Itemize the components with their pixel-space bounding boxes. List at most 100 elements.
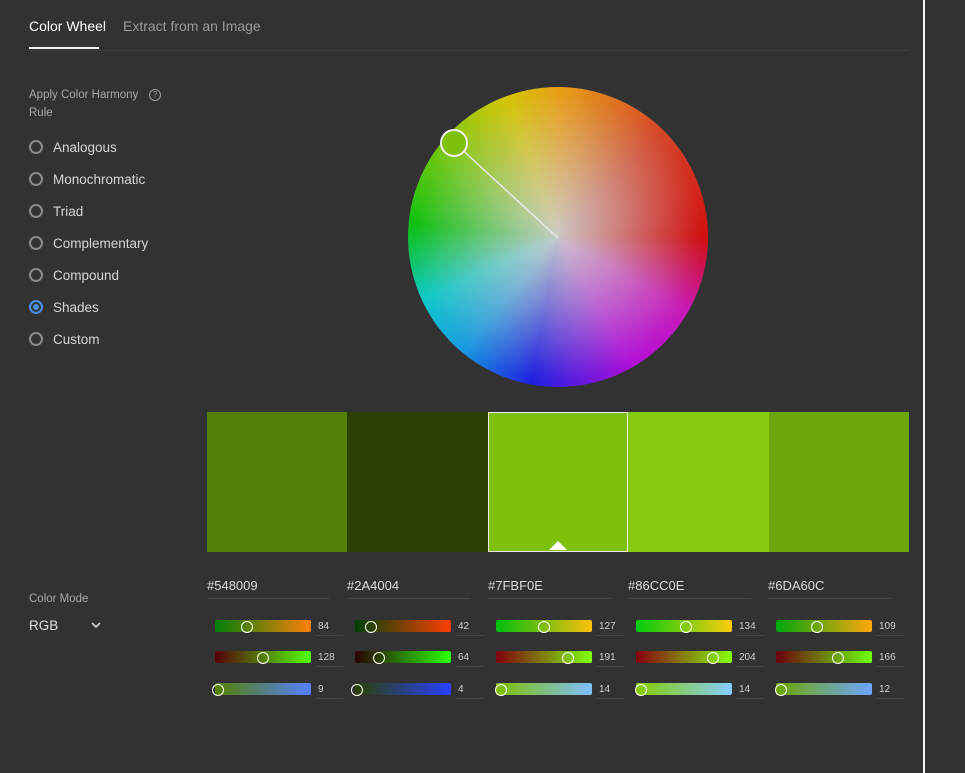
harmony-rule-shades[interactable]: Shades bbox=[29, 297, 99, 317]
harmony-rule-compound[interactable]: Compound bbox=[29, 265, 119, 285]
color-mode-select[interactable]: RGB bbox=[29, 616, 104, 634]
channel-r-slider[interactable] bbox=[355, 620, 451, 633]
slider-thumb[interactable] bbox=[350, 684, 363, 696]
channel-g-slider[interactable] bbox=[355, 651, 451, 664]
hex-input[interactable]: #6DA60C bbox=[768, 578, 891, 599]
channel-r-slider[interactable] bbox=[496, 620, 592, 633]
channel-g-value[interactable]: 204 bbox=[739, 652, 756, 663]
value-underline bbox=[315, 698, 343, 699]
color-swatch[interactable] bbox=[207, 412, 348, 552]
channel-g-slider[interactable] bbox=[496, 651, 592, 664]
harmony-rule-triad[interactable]: Triad bbox=[29, 201, 83, 221]
wheel-color-handle[interactable] bbox=[440, 129, 468, 157]
channel-r-row: 134 bbox=[628, 619, 765, 636]
channel-b-slider[interactable] bbox=[495, 683, 592, 696]
radio-button[interactable] bbox=[29, 236, 43, 250]
slider-thumb[interactable] bbox=[774, 684, 787, 696]
channel-r-value[interactable]: 134 bbox=[739, 621, 756, 632]
hex-input[interactable]: #7FBF0E bbox=[488, 578, 611, 599]
channel-g-slider[interactable] bbox=[215, 651, 311, 664]
color-swatch[interactable] bbox=[628, 412, 769, 552]
color-swatch[interactable] bbox=[768, 412, 910, 552]
channel-b-value[interactable]: 14 bbox=[599, 684, 610, 695]
channel-r-slider[interactable] bbox=[215, 620, 311, 633]
slider-thumb[interactable] bbox=[373, 652, 386, 664]
channel-b-row: 9 bbox=[207, 682, 344, 699]
radio-button[interactable] bbox=[29, 332, 43, 346]
slider-thumb[interactable] bbox=[495, 684, 508, 696]
channel-b-row: 4 bbox=[347, 682, 484, 699]
channel-g-value[interactable]: 64 bbox=[458, 652, 469, 663]
channel-r-value[interactable]: 84 bbox=[318, 621, 329, 632]
slider-thumb[interactable] bbox=[561, 652, 574, 664]
channel-g-row: 64 bbox=[347, 650, 484, 667]
channel-g-value[interactable]: 191 bbox=[599, 652, 616, 663]
channel-r-row: 127 bbox=[488, 619, 625, 636]
channel-g-slider[interactable] bbox=[636, 651, 732, 664]
tab-bar: Color Wheel Extract from an Image bbox=[29, 0, 909, 51]
harmony-rule-label: Monochromatic bbox=[53, 171, 146, 187]
channel-g-value[interactable]: 166 bbox=[879, 652, 896, 663]
slider-thumb[interactable] bbox=[811, 621, 824, 633]
slider-thumb[interactable] bbox=[537, 621, 550, 633]
color-swatch[interactable] bbox=[487, 412, 629, 552]
channel-g-row: 191 bbox=[488, 650, 625, 667]
harmony-rule-analogous[interactable]: Analogous bbox=[29, 137, 117, 157]
tab-extract-from-image[interactable]: Extract from an Image bbox=[123, 18, 261, 34]
slider-thumb[interactable] bbox=[680, 621, 693, 633]
value-underline bbox=[876, 698, 904, 699]
radio-button[interactable] bbox=[29, 204, 43, 218]
value-underline bbox=[315, 635, 343, 636]
slider-thumb[interactable] bbox=[240, 621, 253, 633]
value-underline bbox=[876, 666, 904, 667]
hex-input[interactable]: #86CC0E bbox=[628, 578, 751, 599]
channel-b-value[interactable]: 4 bbox=[458, 684, 464, 695]
channel-b-value[interactable]: 12 bbox=[879, 684, 890, 695]
color-swatch[interactable] bbox=[347, 412, 488, 552]
radio-button[interactable] bbox=[29, 300, 43, 314]
tab-color-wheel[interactable]: Color Wheel bbox=[29, 18, 106, 34]
value-underline bbox=[596, 666, 624, 667]
channel-b-value[interactable]: 14 bbox=[739, 684, 750, 695]
harmony-rule-label: Compound bbox=[53, 267, 120, 283]
channel-r-value[interactable]: 42 bbox=[458, 621, 469, 632]
help-circle-icon[interactable]: ? bbox=[149, 89, 161, 101]
active-swatch-marker bbox=[549, 541, 568, 550]
channel-g-slider[interactable] bbox=[776, 651, 872, 664]
value-underline bbox=[876, 635, 904, 636]
slider-thumb[interactable] bbox=[212, 684, 225, 696]
channel-b-slider[interactable] bbox=[635, 683, 732, 696]
slider-thumb[interactable] bbox=[257, 652, 270, 664]
radio-button[interactable] bbox=[29, 140, 43, 154]
slider-thumb[interactable] bbox=[832, 652, 845, 664]
value-underline bbox=[596, 635, 624, 636]
channel-g-row: 204 bbox=[628, 650, 765, 667]
channel-r-value[interactable]: 109 bbox=[879, 621, 896, 632]
harmony-rule-label: Complementary bbox=[53, 235, 149, 251]
channel-b-slider[interactable] bbox=[350, 683, 451, 696]
channel-b-row: 14 bbox=[628, 682, 765, 699]
harmony-rule-label: Shades bbox=[53, 299, 99, 315]
channel-r-slider[interactable] bbox=[636, 620, 732, 633]
color-wheel[interactable] bbox=[408, 87, 708, 387]
slider-thumb[interactable] bbox=[635, 684, 648, 696]
hex-input[interactable]: #548009 bbox=[207, 578, 330, 599]
harmony-rule-complementary[interactable]: Complementary bbox=[29, 233, 148, 253]
harmony-rule-heading: Apply Color Harmony Rule bbox=[29, 89, 139, 119]
channel-g-value[interactable]: 128 bbox=[318, 652, 335, 663]
channel-b-slider[interactable] bbox=[774, 683, 872, 696]
channel-r-value[interactable]: 127 bbox=[599, 621, 616, 632]
harmony-rule-label: Triad bbox=[53, 203, 84, 219]
channel-b-value[interactable]: 9 bbox=[318, 684, 324, 695]
slider-thumb[interactable] bbox=[706, 652, 719, 664]
value-underline bbox=[736, 698, 764, 699]
hex-input[interactable]: #2A4004 bbox=[347, 578, 470, 599]
harmony-rule-custom[interactable]: Custom bbox=[29, 329, 100, 349]
radio-button[interactable] bbox=[29, 172, 43, 186]
radio-button[interactable] bbox=[29, 268, 43, 282]
harmony-rule-monochromatic[interactable]: Monochromatic bbox=[29, 169, 145, 189]
channel-r-slider[interactable] bbox=[776, 620, 872, 633]
slider-thumb[interactable] bbox=[364, 621, 377, 633]
channel-r-row: 42 bbox=[347, 619, 484, 636]
channel-b-slider[interactable] bbox=[212, 683, 311, 696]
